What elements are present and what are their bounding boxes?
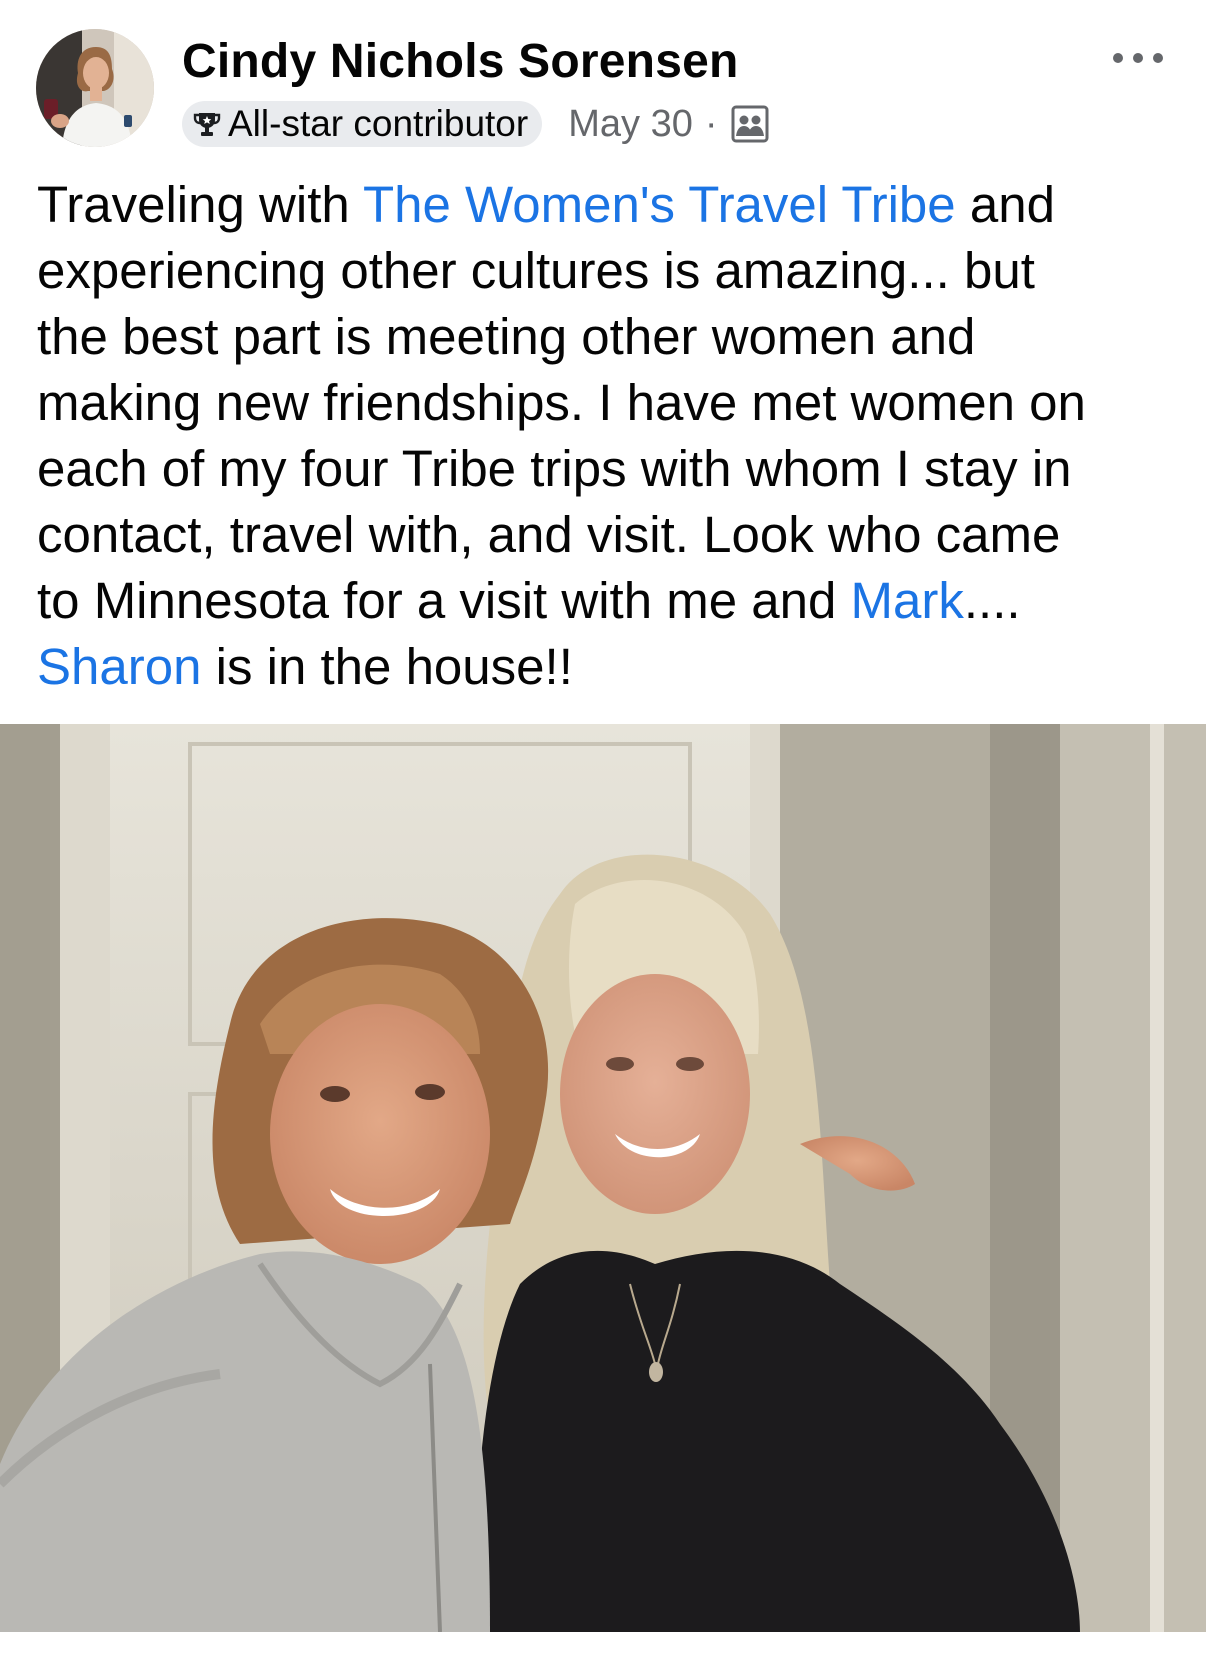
post-photo[interactable] [0, 724, 1206, 1632]
post-meta: All-star contributor May 30 · [182, 100, 770, 148]
post-date[interactable]: May 30 [568, 103, 693, 146]
text-segment: and [955, 176, 1055, 233]
author-name[interactable]: Cindy Nichols Sorensen [182, 34, 739, 89]
meta-separator: · [704, 102, 718, 145]
mention-sharon[interactable]: Sharon [37, 638, 201, 695]
post-text-line: Sharon is in the house!! [37, 634, 1187, 700]
text-segment: Traveling with [37, 176, 363, 233]
post-text-line: contact, travel with, and visit. Look wh… [37, 506, 1061, 563]
author-avatar[interactable] [36, 29, 154, 147]
text-segment: .... [963, 572, 1021, 629]
post-text-line: each of my four Tribe trips with whom I … [37, 440, 1072, 497]
mention-mark[interactable]: Mark [851, 572, 964, 629]
text-segment: is in the house!! [201, 638, 573, 695]
more-options-button[interactable] [1108, 40, 1168, 80]
more-options-icon [1108, 53, 1168, 84]
post-text-line: to Minnesota for a visit with me and Mar… [37, 568, 1187, 634]
text-segment: to Minnesota for a visit with me and [37, 572, 851, 629]
post-text-line: the best part is meeting other women and [37, 308, 976, 365]
post-header: Cindy Nichols Sorensen All-star contribu… [0, 0, 1206, 160]
badge-label: All-star contributor [228, 103, 529, 144]
post-text-line: Traveling with The Women's Travel Tribe … [37, 172, 1187, 238]
mention-womens-travel-tribe[interactable]: The Women's Travel Tribe [363, 176, 956, 233]
post-text-line: experiencing other cultures is amazing..… [37, 242, 1035, 299]
group-members-icon[interactable] [730, 104, 770, 144]
contributor-badge[interactable]: All-star contributor [182, 101, 543, 147]
trophy-icon [192, 109, 222, 139]
post-body: Traveling with The Women's Travel Tribe … [37, 172, 1187, 700]
post-text-line: making new friendships. I have met women… [37, 374, 1086, 431]
